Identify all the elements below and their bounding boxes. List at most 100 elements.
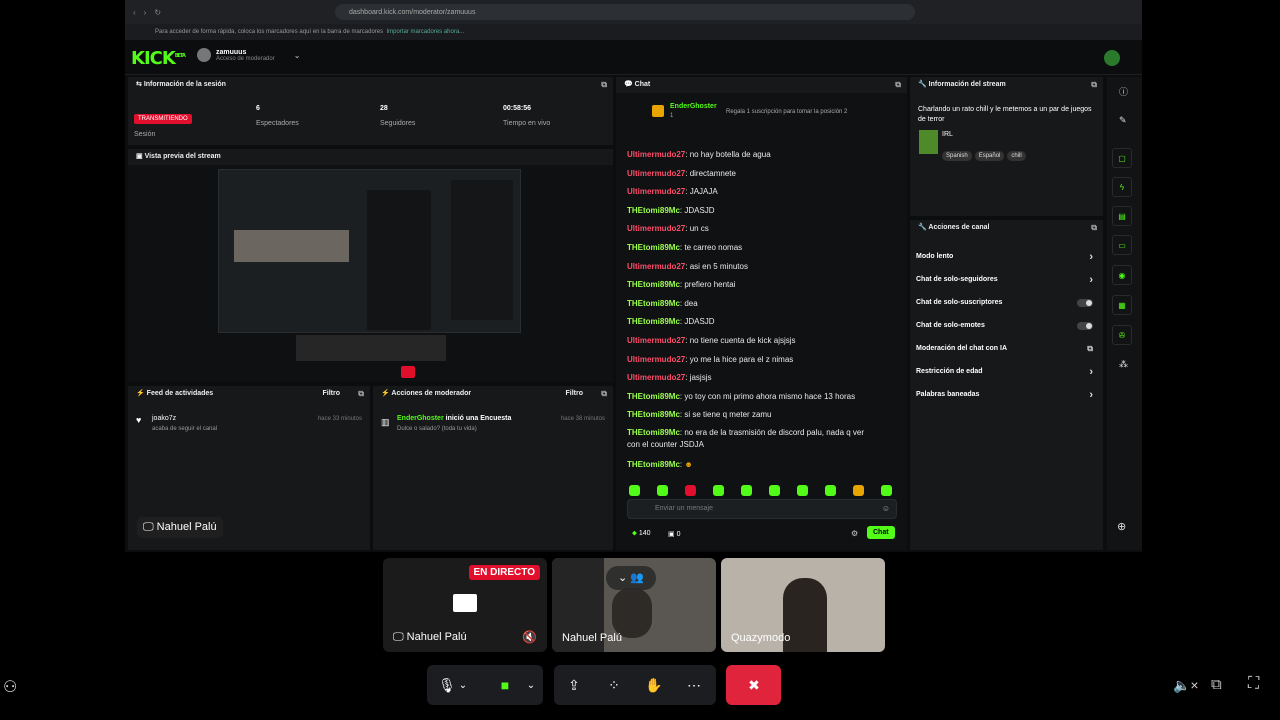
channel-action-item[interactable]: Modo lento › — [910, 245, 1103, 268]
apps-grid-icon[interactable]: ⁘ — [594, 665, 634, 705]
share-screen-icon[interactable]: ⇪ — [554, 665, 594, 705]
edit-icon[interactable]: ✎ — [1119, 115, 1127, 126]
chat-panel: 💬 Chat ⧉ EnderGhoster 1 Regala 1 suscripc… — [616, 77, 907, 550]
mod-filter-button[interactable]: Filtro — [566, 386, 584, 402]
import-bookmarks-link[interactable]: Importar marcadores ahora... — [386, 29, 464, 35]
monitor-icon — [453, 594, 477, 612]
mod-actions-title: ⚡ Acciones de moderador Filtro ⧉ — [373, 386, 613, 402]
forward-icon[interactable]: › — [144, 8, 147, 17]
session-label: Sesión — [134, 131, 156, 138]
channel-action-item[interactable]: Restricción de edad › — [910, 360, 1103, 383]
channel-action-item[interactable]: Palabras baneadas › — [910, 383, 1103, 406]
chat-message: THEtomi89Mc: JDASJD — [627, 317, 715, 327]
activity-time: hace 33 minutos — [317, 416, 362, 422]
channel-actions-title: 🔧 Acciones de canal ⧉ — [910, 220, 1103, 236]
chevron-right-icon: › — [1089, 250, 1093, 263]
raise-hand-icon[interactable]: ✋ — [634, 665, 674, 705]
channel-action-item[interactable]: Chat de solo-seguidores › — [910, 268, 1103, 291]
popout-icon[interactable]: ⧉ — [1091, 220, 1097, 236]
leave-call-button[interactable]: ✖ — [726, 665, 781, 705]
stream-preview-panel: ▣ Vista previa del stream — [128, 149, 613, 382]
chevron-right-icon: › — [1089, 365, 1093, 378]
stream-tags: Spanish Español chill — [942, 144, 1029, 162]
gift-count[interactable]: ▣ 0 — [668, 530, 680, 538]
channel-points[interactable]: ⬥ 140 — [632, 530, 651, 538]
shared-screen: ‹ › ↻ dashboard.kick.com/moderator/zamuuus… — [125, 0, 1142, 552]
apps-icon[interactable]: ⁂ — [1119, 359, 1128, 370]
stream-info-panel: 🔧 Información del stream ⧉ Charlando un r… — [910, 77, 1103, 216]
add-person-icon[interactable]: ⚇ — [3, 677, 17, 697]
zoom-in-icon[interactable]: ⊕ — [1117, 520, 1126, 533]
channel-action-item[interactable]: Chat de solo-suscriptores — [910, 291, 1103, 314]
layout-icon[interactable]: ▦ — [1112, 295, 1132, 315]
category-thumb — [919, 130, 938, 154]
viewers-value: 6 — [256, 105, 260, 112]
wrench-icon[interactable]: ✇ — [1112, 325, 1132, 345]
participant-name: Quazymodo — [731, 632, 791, 644]
pinned-message: Regala 1 suscripción para tomar la posic… — [726, 109, 848, 115]
camera-icon[interactable]: ■ — [485, 665, 525, 705]
chat-message: THEtomi89Mc: si se tiene q meter zamu — [627, 410, 772, 420]
channel-action-item[interactable]: Chat de solo-emotes — [910, 314, 1103, 337]
chat-input[interactable]: Enviar un mensaje ☺ — [627, 499, 897, 519]
popout-icon[interactable]: ⧉ — [1091, 77, 1097, 93]
settings-icon[interactable]: ⚙ — [851, 529, 858, 538]
poll-icon: ▥ — [381, 417, 390, 427]
bookmarks-bar: Para acceder de forma rápida, coloca los… — [125, 24, 1142, 40]
gift-icon — [652, 105, 664, 117]
participant-tile-quazymodo[interactable]: Quazymodo — [721, 558, 885, 652]
account-role: Acceso de moderador — [216, 55, 275, 62]
popout-icon[interactable]: ⧉ — [895, 77, 901, 93]
camera-tool-icon[interactable]: ▢ — [1112, 148, 1132, 168]
chat-message: Ultimermudo27: directamnete — [627, 168, 736, 178]
pinned-user: EnderGhoster — [670, 103, 717, 110]
broadcast-icon[interactable]: ◉ — [1112, 265, 1132, 285]
address-bar[interactable]: dashboard.kick.com/moderator/zamuuus — [335, 4, 915, 20]
call-actions: ⇪ ⁘ ✋ ⋯ — [554, 665, 716, 705]
speaker-mute-icon[interactable]: 🔈× — [1173, 677, 1199, 694]
participant-menu[interactable]: ⌄ 👥 — [606, 566, 656, 590]
participant-name: Nahuel Palú — [562, 632, 622, 644]
emoji-icon[interactable]: ☺ — [882, 504, 890, 513]
chat-message: Ultimermudo27: un cs — [627, 224, 709, 234]
popout-icon[interactable]: ⧉ — [601, 77, 607, 93]
kick-logo[interactable]: KICKBETA — [131, 48, 186, 69]
lightning-icon[interactable]: ϟ — [1112, 177, 1132, 197]
chevron-down-icon[interactable]: ⌄ — [453, 665, 473, 705]
avatar — [197, 48, 211, 62]
user-avatar-icon[interactable] — [1104, 50, 1120, 66]
stream-info-title: 🔧 Información del stream ⧉ — [910, 77, 1103, 93]
activity-action: acaba de seguir el canal — [152, 426, 218, 432]
popout-icon[interactable]: ⧉ — [358, 386, 364, 402]
stream-description: Charlando un rato chill y le metemos a u… — [918, 106, 1092, 123]
popout-window-icon[interactable]: ⧉ — [1211, 676, 1222, 693]
toggle-switch[interactable] — [1077, 321, 1093, 330]
chat-message: THEtomi89Mc: ☻ — [627, 460, 693, 469]
popout-icon[interactable]: ⧉ — [601, 386, 607, 402]
status-badge: TRANSMITIENDO — [134, 114, 192, 124]
preview-video[interactable] — [218, 169, 521, 333]
back-icon[interactable]: ‹ — [133, 8, 136, 17]
viewers-label: Espectadores — [256, 120, 299, 127]
more-icon[interactable]: ⋯ — [674, 665, 714, 705]
info-icon[interactable]: ⓘ — [1119, 85, 1128, 98]
pinned-gift-bar: EnderGhoster 1 Regala 1 suscripción para… — [652, 99, 902, 123]
chat-icon[interactable]: ▭ — [1112, 235, 1132, 255]
participant-tile-screen[interactable]: EN DIRECTO 🖵 Nahuel Palú 🔇 — [383, 558, 547, 652]
participant-tile-nahuel[interactable]: ⌄ 👥 Nahuel Palú — [552, 558, 716, 652]
chat-message: Ultimermudo27: JAJAJA — [627, 187, 718, 197]
channel-action-item[interactable]: Moderación del chat con IA ⧉ — [910, 337, 1103, 360]
fullscreen-icon[interactable]: ⛶ — [1248, 675, 1259, 693]
document-icon[interactable]: ▤ — [1112, 206, 1132, 226]
activity-filter-button[interactable]: Filtro — [323, 386, 341, 402]
reload-icon[interactable]: ↻ — [154, 8, 161, 17]
send-chat-button[interactable]: Chat — [867, 526, 895, 539]
chat-message: Ultimermudo27: yo me la hice para el z n… — [627, 354, 794, 364]
account-switcher[interactable]: zamuuus Acceso de moderador ⌄ — [197, 48, 300, 62]
toggle-switch[interactable] — [1077, 298, 1093, 307]
emote-bar — [629, 483, 907, 497]
heart-icon: ♥ — [136, 415, 142, 425]
chat-message: Ultimermudo27: jasjsjs — [627, 373, 712, 383]
chevron-down-icon[interactable]: ⌄ — [521, 665, 541, 705]
mod-action-detail: Dulce o salado? (toda tu vida) — [397, 426, 477, 432]
